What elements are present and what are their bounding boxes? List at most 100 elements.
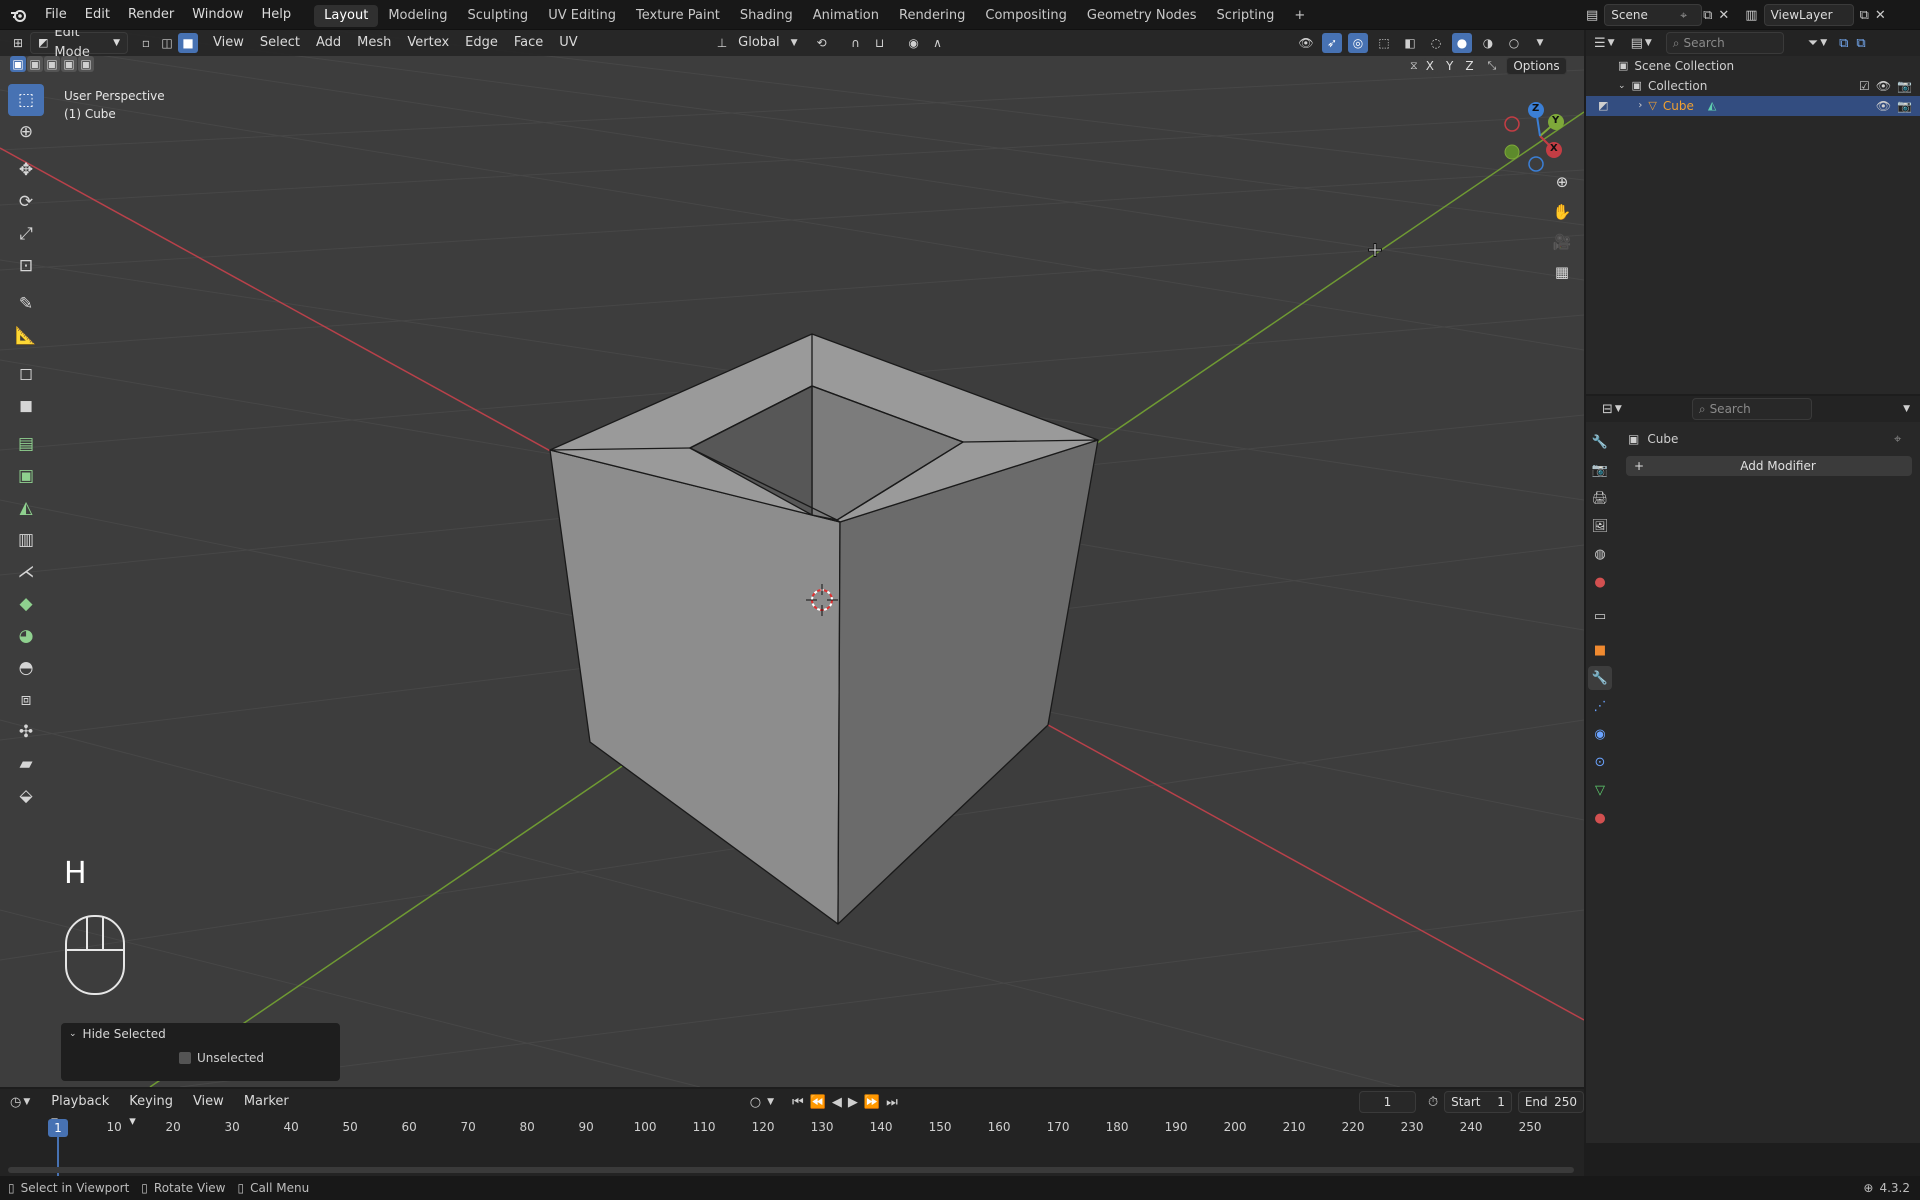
outliner-editor-icon[interactable]: ☰ <box>1594 36 1606 51</box>
material-tab-icon[interactable]: ● <box>1588 806 1612 830</box>
output-tab-icon[interactable]: 🖨 <box>1588 486 1612 510</box>
gizmo-neg-y-icon[interactable] <box>1504 144 1520 160</box>
physics-tab-icon[interactable]: ◉ <box>1588 722 1612 746</box>
xray-toggle-icon[interactable]: ◧ <box>1400 33 1420 53</box>
tab-animation[interactable]: Animation <box>803 5 889 27</box>
select-box-tool-icon[interactable]: ⬚ <box>8 84 44 116</box>
select-extend-icon[interactable]: ▣ <box>27 56 43 72</box>
edit-mode-icon[interactable]: ◩ <box>1598 96 1608 116</box>
start-frame-field[interactable]: Start 1 <box>1444 1091 1512 1113</box>
edge-select-icon[interactable]: ◫ <box>157 33 177 53</box>
delete-view-layer-icon[interactable]: ✕ <box>1875 8 1886 23</box>
menu-view[interactable]: View <box>206 33 251 53</box>
shading-rendered-icon[interactable]: ○ <box>1504 33 1524 53</box>
pin-icon[interactable]: ⌖ <box>1894 432 1901 447</box>
mirror-z-toggle[interactable]: Z <box>1461 58 1478 74</box>
ortho-grid-icon[interactable]: ▦ <box>1548 258 1576 286</box>
chevron-down-icon[interactable]: ▼ <box>1530 33 1550 53</box>
operator-panel-header[interactable]: ⌄ Hide Selected <box>61 1023 340 1045</box>
annotate-tool-icon[interactable]: ✎ <box>8 288 44 320</box>
shading-material-icon[interactable]: ◑ <box>1478 33 1498 53</box>
vertex-select-icon[interactable]: ▫ <box>136 33 156 53</box>
snap-target-icon[interactable]: ⊔ <box>870 33 890 53</box>
play-reverse-icon[interactable]: ◀ <box>832 1095 842 1110</box>
menu-window[interactable]: Window <box>183 0 252 29</box>
tab-texture-paint[interactable]: Texture Paint <box>626 5 730 27</box>
delete-scene-icon[interactable]: ✕ <box>1718 8 1729 23</box>
smooth-tool-icon[interactable]: ◓ <box>8 652 44 684</box>
frame-ruler[interactable]: 10 20 30 40 50 60 70 80 90 100 110 120 130 140 150 160 1… <box>0 1120 1584 1138</box>
viewport-scene[interactable] <box>0 30 1584 1087</box>
add-cube-tool-icon[interactable]: ◻ <box>8 358 44 390</box>
eye-icon[interactable]: 👁 <box>1876 76 1891 96</box>
timeline-scrollbar[interactable] <box>8 1167 1574 1173</box>
particles-tab-icon[interactable]: ⋰ <box>1588 694 1612 718</box>
extrude-tool-icon[interactable]: ▤ <box>8 428 44 460</box>
outliner-cube-row[interactable]: ◩ › ▽ Cube ◭ 👁 📷 <box>1586 96 1920 116</box>
face-select-icon[interactable]: ■ <box>178 33 198 53</box>
chevron-down-icon[interactable]: ▼ <box>1903 404 1910 414</box>
gizmo-toggle-icon[interactable]: ➶ <box>1322 33 1342 53</box>
gizmo-neg-z-icon[interactable] <box>1528 156 1544 172</box>
jump-end-icon[interactable]: ⏭ <box>886 1095 898 1110</box>
properties-editor-icon[interactable]: ⊟ <box>1602 402 1613 417</box>
chevron-right-icon[interactable]: › <box>1638 96 1642 116</box>
menu-edit[interactable]: Edit <box>76 0 119 29</box>
scene-selector[interactable]: Scene <box>1604 4 1703 26</box>
tool-tab-icon[interactable]: 🔧 <box>1588 430 1612 454</box>
current-frame-field[interactable]: 1 <box>1358 1091 1417 1113</box>
select-subtract-icon[interactable]: ▣ <box>44 56 60 72</box>
object-tab-icon[interactable]: ■ <box>1588 638 1612 662</box>
tab-modeling[interactable]: Modeling <box>378 5 457 27</box>
inset-tool-icon[interactable]: ▣ <box>8 460 44 492</box>
pivot-point-icon[interactable]: ⟲ <box>812 33 832 53</box>
editor-type-icon[interactable]: ⊞ <box>8 33 28 53</box>
transform-orientation-selector[interactable]: Global <box>731 33 786 53</box>
view-layer-tab-icon[interactable]: 🖼 <box>1588 514 1612 538</box>
collection-tab-icon[interactable]: ▭ <box>1588 604 1612 628</box>
shading-wireframe-icon[interactable]: ◌ <box>1426 33 1446 53</box>
exclude-checkbox-icon[interactable]: ☑ <box>1859 76 1870 96</box>
shading-solid-icon[interactable]: ● <box>1452 33 1472 53</box>
auto-merge-icon[interactable]: ⤡ <box>1488 59 1497 73</box>
stopwatch-icon[interactable]: ⏱ <box>1428 1095 1438 1110</box>
menu-mesh[interactable]: Mesh <box>350 33 398 53</box>
blender-logo-icon[interactable] <box>0 8 36 22</box>
menu-vertex[interactable]: Vertex <box>400 33 456 53</box>
options-dropdown[interactable]: Options <box>1506 57 1567 75</box>
marker-menu[interactable]: Marker <box>237 1092 296 1112</box>
camera-view-icon[interactable]: 🎥 <box>1548 228 1576 256</box>
playhead-frame-label[interactable]: 1 <box>48 1119 68 1137</box>
move-tool-icon[interactable]: ✥ <box>8 154 44 186</box>
tab-layout[interactable]: Layout <box>314 5 379 27</box>
outliner-search[interactable]: ⌕ Search <box>1665 32 1784 54</box>
tab-sculpting[interactable]: Sculpting <box>457 5 538 27</box>
timeline-view-menu[interactable]: View <box>186 1092 231 1112</box>
knife-tool-icon[interactable]: ⋌ <box>8 556 44 588</box>
pan-hand-icon[interactable]: ✋ <box>1548 198 1576 226</box>
falloff-icon[interactable]: ∧ <box>928 33 948 53</box>
timeline-editor-icon[interactable]: ◷ <box>10 1095 21 1110</box>
gizmo-neg-x-icon[interactable] <box>1504 116 1520 132</box>
scale-tool-icon[interactable]: ⤢ <box>8 218 44 250</box>
mode-selector[interactable]: ◩ Edit Mode ▼ <box>30 30 128 60</box>
properties-search[interactable]: ⌕ Search <box>1691 398 1812 420</box>
3d-viewport[interactable]: ⊞ ◩ Edit Mode ▼ ▫ ◫ ■ View Select Add Me… <box>0 30 1584 1087</box>
mirror-y-toggle[interactable]: Y <box>1441 58 1458 74</box>
xray-mesh-icon[interactable]: ⬚ <box>1374 33 1394 53</box>
tab-scripting[interactable]: Scripting <box>1207 5 1285 27</box>
mirror-x-toggle[interactable]: X <box>1421 58 1438 74</box>
tab-geometry-nodes[interactable]: Geometry Nodes <box>1077 5 1207 27</box>
end-frame-field[interactable]: End 250 <box>1517 1091 1584 1113</box>
outliner-collection[interactable]: ⌄ ▣ Collection ☑ 👁 📷 <box>1586 76 1920 96</box>
overlay-toggle-icon[interactable]: ◎ <box>1348 33 1368 53</box>
select-new-icon[interactable]: ▣ <box>10 56 26 72</box>
menu-edge[interactable]: Edge <box>458 33 505 53</box>
cube-mesh[interactable] <box>549 333 1099 925</box>
outliner-scene-collection[interactable]: ▣ Scene Collection <box>1586 56 1920 76</box>
menu-face[interactable]: Face <box>507 33 550 53</box>
jump-start-icon[interactable]: ⏮ <box>792 1095 804 1110</box>
proportional-edit-icon[interactable]: ◉ <box>904 33 924 53</box>
rotate-tool-icon[interactable]: ⟳ <box>8 186 44 218</box>
keying-menu[interactable]: Keying ▾ <box>122 1092 180 1129</box>
